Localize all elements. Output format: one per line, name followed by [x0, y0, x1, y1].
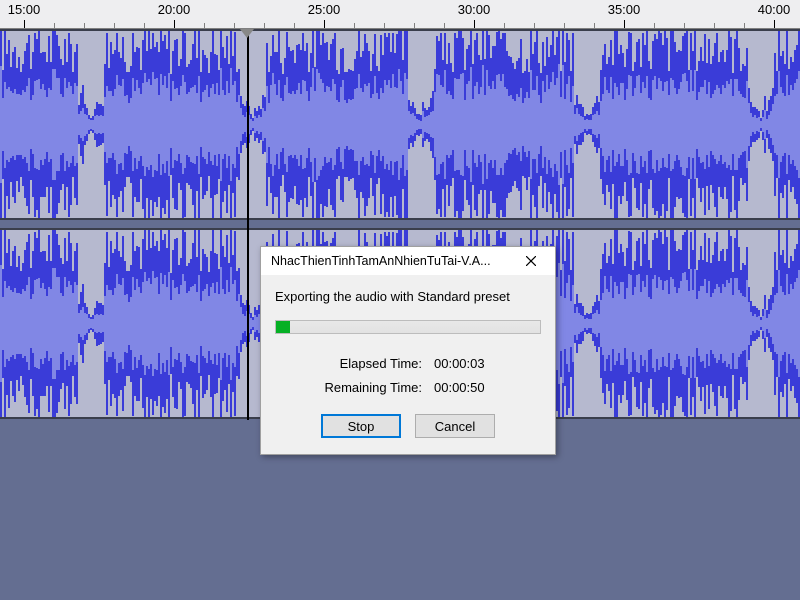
elapsed-time-value: 00:00:03 — [434, 352, 504, 376]
ruler-tick-minor — [54, 23, 55, 28]
playhead-line[interactable] — [247, 29, 249, 420]
progress-fill — [276, 321, 290, 333]
ruler-tick-minor — [144, 23, 145, 28]
ruler-tick-minor — [384, 23, 385, 28]
playhead-pointer-icon[interactable] — [240, 29, 254, 38]
ruler-tick-minor — [684, 23, 685, 28]
ruler-tick-major — [474, 20, 475, 28]
ruler-label: 25:00 — [308, 2, 341, 17]
ruler-label: 35:00 — [608, 2, 641, 17]
ruler-tick-major — [324, 20, 325, 28]
close-icon — [526, 256, 536, 266]
ruler-label: 40:00 — [758, 2, 791, 17]
ruler-tick-minor — [204, 23, 205, 28]
close-button[interactable] — [511, 249, 551, 273]
elapsed-time-label: Elapsed Time: — [312, 352, 422, 376]
dialog-titlebar[interactable]: NhacThienTinhTamAnNhienTuTai-V.A... — [261, 247, 555, 275]
ruler-tick-minor — [564, 23, 565, 28]
ruler-label: 30:00 — [458, 2, 491, 17]
ruler-tick-minor — [354, 23, 355, 28]
ruler-tick-major — [174, 20, 175, 28]
ruler-tick-minor — [654, 23, 655, 28]
ruler-tick-major — [624, 20, 625, 28]
progress-bar — [275, 320, 541, 334]
ruler-tick-minor — [444, 23, 445, 28]
ruler-tick-minor — [234, 23, 235, 28]
remaining-time-label: Remaining Time: — [312, 376, 422, 400]
ruler-tick-minor — [744, 23, 745, 28]
export-progress-dialog: NhacThienTinhTamAnNhienTuTai-V.A... Expo… — [260, 246, 556, 455]
ruler-tick-minor — [714, 23, 715, 28]
cancel-button[interactable]: Cancel — [415, 414, 495, 438]
ruler-label: 20:00 — [158, 2, 191, 17]
ruler-tick-minor — [264, 23, 265, 28]
ruler-tick-minor — [294, 23, 295, 28]
dialog-title: NhacThienTinhTamAnNhienTuTai-V.A... — [271, 254, 511, 268]
track-separator — [0, 220, 800, 228]
ruler-label: 15:00 — [8, 2, 41, 17]
stop-button[interactable]: Stop — [321, 414, 401, 438]
ruler-tick-minor — [534, 23, 535, 28]
ruler-tick-minor — [414, 23, 415, 28]
waveform-track-1[interactable] — [0, 31, 800, 218]
timeline-ruler[interactable]: 15:00 20:00 25:00 30:00 35:00 40:00 — [0, 0, 800, 29]
ruler-tick-minor — [84, 23, 85, 28]
ruler-tick-major — [774, 20, 775, 28]
ruler-tick-major — [24, 20, 25, 28]
ruler-tick-minor — [114, 23, 115, 28]
ruler-tick-minor — [504, 23, 505, 28]
export-message: Exporting the audio with Standard preset — [275, 289, 541, 304]
ruler-tick-minor — [594, 23, 595, 28]
remaining-time-value: 00:00:50 — [434, 376, 504, 400]
